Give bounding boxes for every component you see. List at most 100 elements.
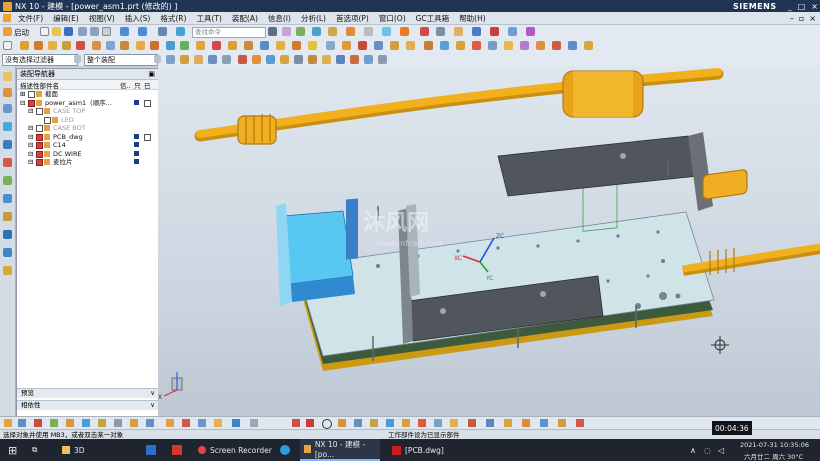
datum-axis-icon[interactable] xyxy=(292,41,301,50)
start-icon[interactable] xyxy=(3,27,12,36)
roles-icon[interactable] xyxy=(3,230,12,239)
graphics-viewport[interactable]: ZC XC YC 沐风网 www.mfcad.com X xyxy=(158,66,820,416)
column-part-name[interactable]: 描述性部件名 xyxy=(17,80,120,90)
menu-format[interactable]: 格式(R) xyxy=(155,13,191,24)
boss-icon[interactable] xyxy=(62,41,71,50)
system-materials-icon[interactable] xyxy=(3,194,12,203)
profile-icon[interactable] xyxy=(306,419,314,427)
body-select-icon[interactable] xyxy=(194,55,203,64)
offset-face-icon[interactable] xyxy=(260,41,269,50)
law-curve-icon[interactable] xyxy=(504,419,512,427)
chamfer-icon[interactable] xyxy=(150,41,159,50)
project-curve-icon[interactable] xyxy=(418,419,426,427)
tray-overflow-icon[interactable]: ∧ xyxy=(690,439,696,461)
new-file-icon[interactable] xyxy=(40,27,49,36)
divide-curve-icon[interactable] xyxy=(558,419,566,427)
save-icon[interactable] xyxy=(64,27,73,36)
menu-assembly[interactable]: 装配(A) xyxy=(227,13,263,24)
wave-linker-icon[interactable] xyxy=(406,41,415,50)
expand-toggle-icon[interactable]: ⊟ xyxy=(20,99,25,108)
visibility-checkbox[interactable] xyxy=(44,116,51,124)
spline-icon[interactable] xyxy=(456,41,465,50)
windows-start-icon[interactable]: ⊞ xyxy=(8,439,17,461)
join-curve-icon[interactable] xyxy=(540,419,548,427)
draft-icon[interactable] xyxy=(180,41,189,50)
dc-wire-top[interactable] xyxy=(194,68,724,145)
open-folder-icon[interactable] xyxy=(52,27,61,36)
arc-icon[interactable] xyxy=(182,419,190,427)
menu-window[interactable]: 窗口(O) xyxy=(374,13,411,24)
surface-icon[interactable] xyxy=(424,41,433,50)
extend-curve-icon[interactable] xyxy=(576,419,584,427)
paste-icon[interactable] xyxy=(102,27,111,36)
menu-gc-toolbox[interactable]: GC工具箱 xyxy=(411,13,455,24)
visibility-checkbox[interactable] xyxy=(36,159,43,166)
visibility-checkbox[interactable] xyxy=(36,142,43,149)
constraint-navigator-icon[interactable] xyxy=(3,104,12,113)
menu-close-icon[interactable]: × xyxy=(809,14,816,23)
tree-row[interactable]: LED xyxy=(17,116,158,125)
constraint-icon[interactable] xyxy=(386,419,394,427)
tree-row[interactable]: ⊟ PCB_dwg xyxy=(17,133,158,142)
visibility-checkbox[interactable] xyxy=(28,91,35,98)
expand-toggle-icon[interactable]: ⊟ xyxy=(28,158,33,167)
text-tool-icon[interactable] xyxy=(468,419,476,427)
tree-row[interactable]: ⊟ DC WIRE xyxy=(17,150,158,159)
face-rule-icon[interactable] xyxy=(98,419,106,427)
undo-icon[interactable] xyxy=(120,27,129,36)
part-navigator-icon[interactable] xyxy=(3,72,12,81)
menu-preferences[interactable]: 首选项(P) xyxy=(331,13,374,24)
datum-plane-icon[interactable] xyxy=(276,41,285,50)
menu-minimize-icon[interactable]: – xyxy=(790,14,794,23)
bridge-curve-icon[interactable] xyxy=(450,419,458,427)
pattern-icon[interactable] xyxy=(196,41,205,50)
curve-icon[interactable] xyxy=(440,41,449,50)
edge-select-icon[interactable] xyxy=(222,55,231,64)
minimize-button[interactable]: _ xyxy=(788,2,792,11)
taskbar-app-screen-recorder[interactable]: Screen Recorder xyxy=(194,439,276,461)
dimension-icon[interactable] xyxy=(370,419,378,427)
circle-icon[interactable] xyxy=(198,419,206,427)
dc-wire-right[interactable] xyxy=(682,169,820,276)
copy-icon[interactable] xyxy=(90,27,99,36)
expand-toggle-icon[interactable]: ⊟ xyxy=(28,107,33,116)
orient-view-icon[interactable] xyxy=(364,27,373,36)
snap-endpoint-icon[interactable] xyxy=(238,55,247,64)
point-constructor-icon[interactable] xyxy=(18,419,26,427)
move-component-icon[interactable] xyxy=(374,41,383,50)
synchronous-modeling-icon[interactable] xyxy=(520,41,529,50)
menu-edit[interactable]: 编辑(E) xyxy=(48,13,84,24)
helix-icon[interactable] xyxy=(486,419,494,427)
sketch-curve-icon[interactable] xyxy=(292,419,300,427)
media-app-icon[interactable] xyxy=(172,439,182,461)
network-icon[interactable]: ◌ xyxy=(704,439,711,461)
snap-center-icon[interactable] xyxy=(294,55,303,64)
snap-bounded-grid-icon[interactable] xyxy=(378,55,387,64)
taskbar-app-nx[interactable]: NX 10 - 建模 - [po... xyxy=(300,439,380,461)
repeat-command-icon[interactable] xyxy=(158,27,167,36)
menu-insert[interactable]: 插入(S) xyxy=(120,13,156,24)
fillet-tool-icon[interactable] xyxy=(232,419,240,427)
snap-on-surface-icon[interactable] xyxy=(350,55,359,64)
feature-select-icon[interactable] xyxy=(180,55,189,64)
expand-toggle-icon[interactable]: ⊟ xyxy=(28,141,33,150)
assembly-constraint-icon[interactable] xyxy=(358,41,367,50)
hole-icon[interactable] xyxy=(48,41,57,50)
spline-tool-icon[interactable] xyxy=(214,419,222,427)
column-modified[interactable]: 已 xyxy=(144,80,154,90)
pull-face-icon[interactable] xyxy=(584,41,593,50)
dependency-expand-icon[interactable]: ∨ xyxy=(150,401,155,410)
mirror-icon[interactable] xyxy=(212,41,221,50)
unite-icon[interactable] xyxy=(92,41,101,50)
taskbar-app-autocad[interactable]: [PCB.dwg] xyxy=(388,439,476,461)
curve-rule-icon[interactable] xyxy=(82,419,90,427)
scope-select[interactable]: 整个装配 xyxy=(84,54,158,66)
hd3d-tools-icon[interactable] xyxy=(3,140,12,149)
subtract-icon[interactable] xyxy=(106,41,115,50)
rotate-view-icon[interactable] xyxy=(328,27,337,36)
volume-icon[interactable]: ◁ xyxy=(718,439,724,461)
visibility-checkbox[interactable] xyxy=(36,150,43,158)
revolve-icon[interactable] xyxy=(34,41,43,50)
tree-row[interactable]: ⊟ power_asm1（顺序... xyxy=(17,99,158,108)
vector-constructor-icon[interactable] xyxy=(34,419,42,427)
